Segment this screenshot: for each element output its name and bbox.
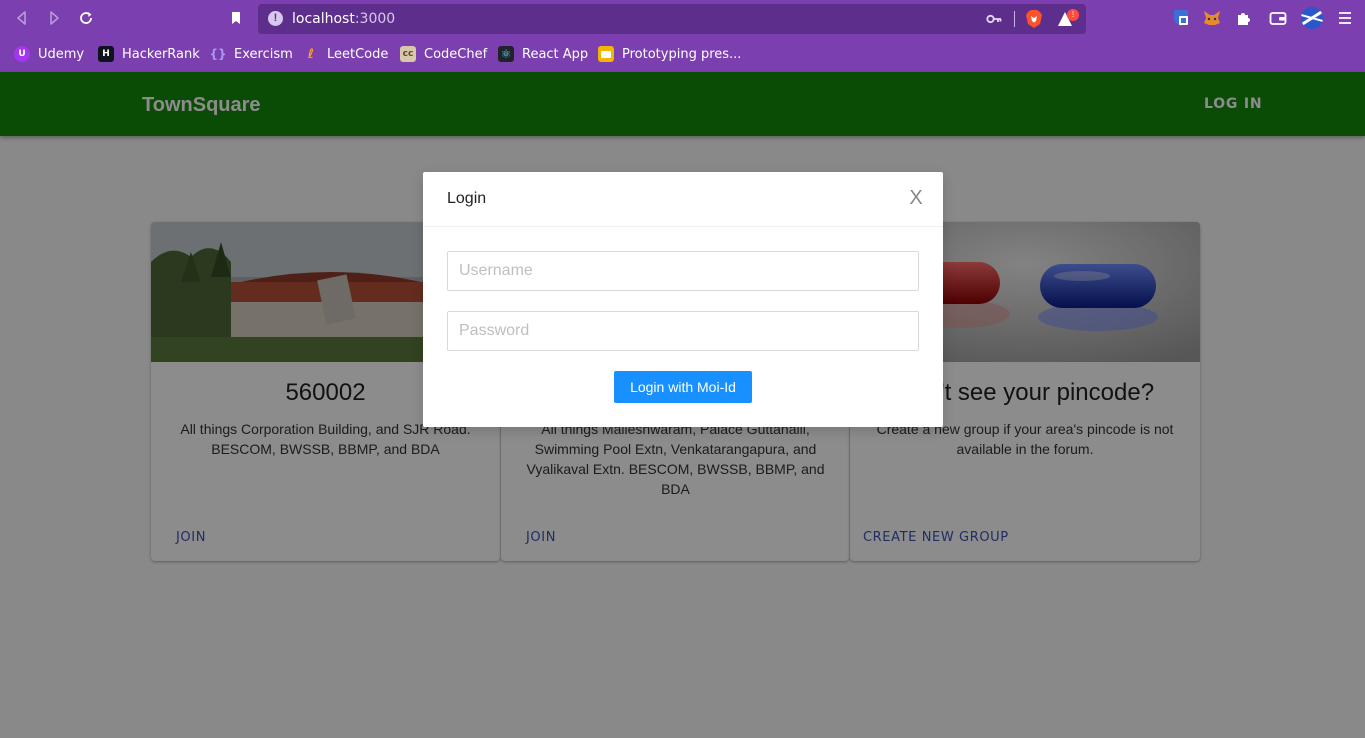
reload-button[interactable] — [77, 9, 95, 27]
browser-chrome: ! localhost:3000 ! U Udemy H HackerRank — [0, 0, 1365, 72]
bookmark-label: Prototyping pres... — [622, 46, 742, 62]
back-icon — [17, 11, 26, 25]
codechef-icon: cc — [400, 46, 416, 62]
bookmark-hackerrank[interactable]: H HackerRank — [98, 45, 200, 63]
bookmark-label: Exercism — [234, 46, 293, 62]
bookmarks-bar: U Udemy H HackerRank {} Exercism ℓ LeetC… — [0, 37, 1365, 72]
bookmark-icon — [232, 12, 240, 24]
url-text: localhost:3000 — [292, 11, 395, 27]
login-with-moi-id-button[interactable]: Login with Moi-Id — [614, 371, 752, 403]
login-modal: Login X Login with Moi-Id — [423, 172, 943, 427]
address-bar[interactable]: ! localhost:3000 ! — [258, 4, 1086, 34]
modal-header: Login X — [423, 172, 943, 227]
bookmark-prototyping[interactable]: Prototyping pres... — [598, 45, 741, 63]
wallet-icon[interactable] — [1269, 9, 1287, 27]
leetcode-icon: ℓ — [307, 46, 315, 62]
brave-shields-icon[interactable] — [1025, 9, 1043, 29]
bookmark-label: Udemy — [38, 46, 85, 62]
close-icon[interactable]: X — [907, 188, 925, 208]
bookmark-exercism[interactable]: {} Exercism — [209, 45, 293, 63]
bookmark-leetcode[interactable]: ℓ LeetCode — [303, 45, 388, 63]
back-button[interactable] — [13, 9, 31, 27]
rewards-badge: ! — [1067, 9, 1079, 21]
username-input[interactable] — [447, 251, 919, 291]
bookmark-udemy[interactable]: U Udemy — [14, 45, 84, 63]
bookmark-codechef[interactable]: cc CodeChef — [400, 45, 487, 63]
browser-toolbar: ! localhost:3000 ! — [0, 0, 1365, 37]
reload-icon — [80, 12, 92, 24]
forward-button[interactable] — [45, 9, 63, 27]
key-icon[interactable] — [986, 12, 1002, 26]
react-icon: ⚛ — [498, 46, 514, 62]
metamask-extension-icon[interactable] — [1203, 9, 1221, 27]
bitwarden-extension-icon[interactable] — [1172, 9, 1190, 27]
bookmark-label: LeetCode — [327, 46, 389, 62]
url-port: :3000 — [354, 11, 396, 27]
site-info-icon[interactable]: ! — [268, 11, 283, 26]
forward-icon — [50, 11, 59, 25]
avatar-flag-icon — [1301, 9, 1323, 27]
exercism-icon: {} — [209, 47, 227, 61]
extensions-puzzle-icon[interactable] — [1235, 9, 1253, 27]
address-bar-separator — [1014, 11, 1015, 27]
udemy-icon: U — [14, 46, 30, 62]
brave-rewards-button[interactable]: ! — [1057, 9, 1079, 28]
bookmark-react-app[interactable]: ⚛ React App — [498, 45, 588, 63]
hackerrank-icon: H — [98, 46, 114, 62]
bookmark-label: HackerRank — [122, 46, 200, 62]
modal-title: Login — [447, 190, 487, 207]
menu-icon[interactable] — [1336, 9, 1354, 27]
bookmark-button[interactable] — [227, 9, 245, 27]
url-host: localhost — [292, 11, 355, 27]
profile-avatar[interactable] — [1301, 7, 1323, 29]
bookmark-label: React App — [522, 46, 589, 62]
slides-icon — [598, 46, 614, 62]
bookmark-label: CodeChef — [424, 46, 488, 62]
password-input[interactable] — [447, 311, 919, 351]
